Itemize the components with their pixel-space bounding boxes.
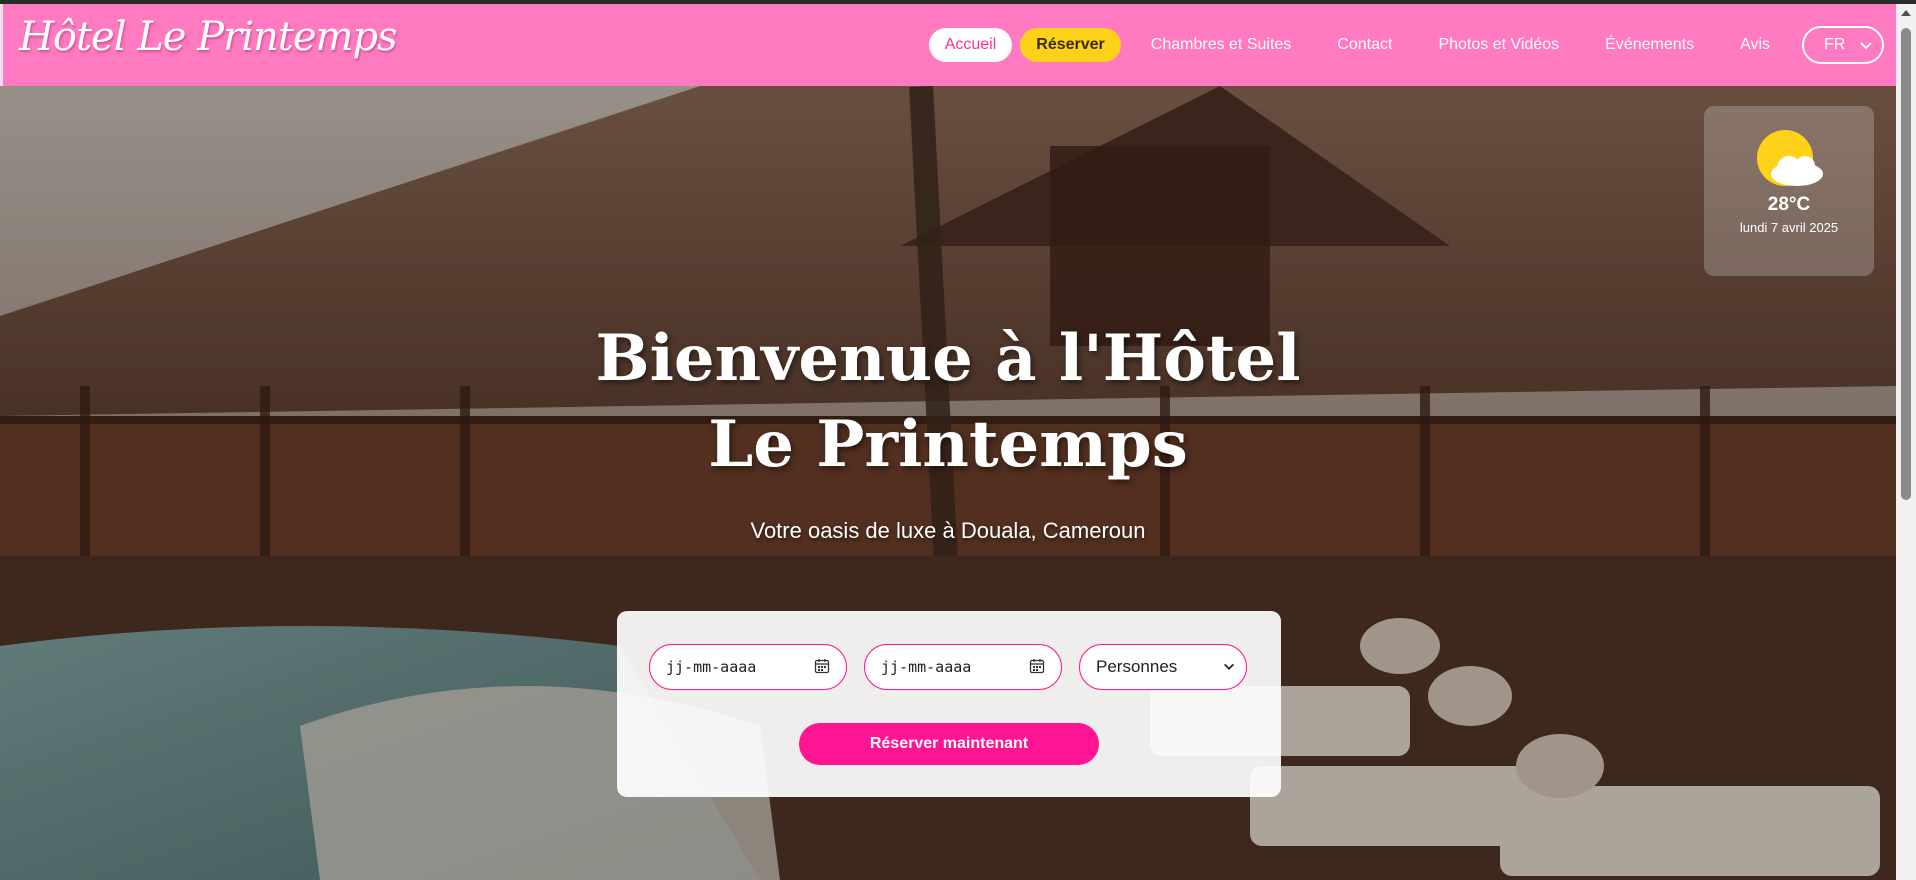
nav-item-photos[interactable]: Photos et Vidéos — [1422, 28, 1575, 62]
nav-item-avis[interactable]: Avis — [1724, 28, 1786, 62]
navbar: Hôtel Le Printemps Accueil Réserver Cham… — [0, 4, 1896, 86]
booking-form: jj-mm-aaaa jj-mm-aaaa Personnes Réserver… — [617, 611, 1281, 797]
weather-temperature: 28°C — [1767, 194, 1811, 215]
checkin-placeholder: jj-mm-aaaa — [666, 658, 757, 676]
scrollbar-thumb[interactable] — [1901, 28, 1911, 500]
main-nav: Accueil Réserver Chambres et Suites Cont… — [921, 26, 1884, 64]
checkout-placeholder: jj-mm-aaaa — [881, 658, 972, 676]
nav-item-evenements[interactable]: Événements — [1589, 28, 1710, 62]
persons-label: Personnes — [1096, 657, 1178, 676]
checkin-date-input[interactable]: jj-mm-aaaa — [649, 644, 847, 690]
weather-widget: 28°C lundi 7 avril 2025 — [1704, 106, 1874, 276]
book-now-button[interactable]: Réserver maintenant — [799, 723, 1099, 765]
nav-item-contact[interactable]: Contact — [1321, 28, 1408, 62]
scroll-up-icon[interactable] — [1901, 10, 1911, 16]
weather-date: lundi 7 avril 2025 — [1739, 220, 1839, 235]
hero-section: 28°C lundi 7 avril 2025 Bienvenue à l'Hô… — [0, 86, 1896, 880]
calendar-icon[interactable] — [1029, 658, 1045, 674]
nav-item-reserver[interactable]: Réserver — [1020, 28, 1121, 62]
brand-logo[interactable]: Hôtel Le Printemps — [19, 14, 398, 60]
chevron-down-icon — [1224, 663, 1234, 670]
hero-subtitle: Votre oasis de luxe à Douala, Cameroun — [750, 518, 1146, 543]
nav-item-chambres[interactable]: Chambres et Suites — [1135, 28, 1308, 62]
hero-title: Bienvenue à l'Hôtel Le Printemps — [595, 321, 1301, 482]
language-value: FR — [1824, 36, 1846, 53]
language-select[interactable]: FR — [1802, 26, 1884, 64]
persons-select[interactable]: Personnes — [1079, 644, 1247, 690]
chevron-down-icon — [1860, 42, 1872, 50]
partly-cloudy-icon — [1757, 130, 1823, 186]
calendar-icon[interactable] — [814, 658, 830, 674]
page-scrollbar[interactable] — [1896, 4, 1916, 880]
nav-item-accueil[interactable]: Accueil — [928, 28, 1013, 62]
checkout-date-input[interactable]: jj-mm-aaaa — [864, 644, 1062, 690]
